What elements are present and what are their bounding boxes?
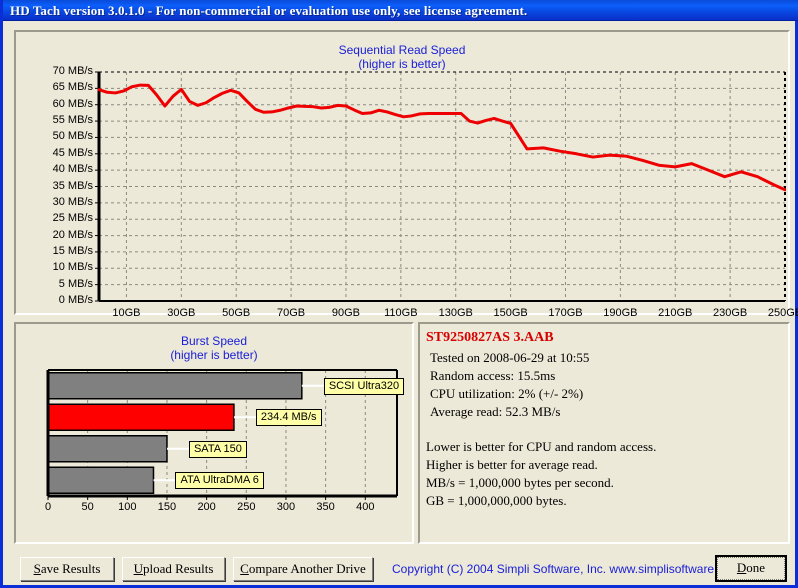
sequential-y-tick-label: 20 MB/s <box>52 228 93 241</box>
sequential-x-tick-label: 230GB <box>712 307 748 319</box>
sequential-y-tick-label: 35 MB/s <box>52 179 93 192</box>
sequential-y-tick-label: 10 MB/s <box>52 261 93 274</box>
sequential-y-tick-label: 15 MB/s <box>52 244 93 257</box>
burst-x-tick-label: 0 <box>44 501 52 513</box>
sequential-y-tick-label: 65 MB/s <box>52 81 93 94</box>
burst-x-tick-label: 250 <box>237 501 256 513</box>
burst-plot-area: SCSI Ultra320 234.4 MB/s SATA 150 ATA Ultra… <box>35 368 405 513</box>
sequential-y-tick-label: 25 MB/s <box>52 212 93 225</box>
burst-bar-label: SATA 150 <box>188 440 247 458</box>
save-accel: S <box>33 561 41 576</box>
burst-speed-panel: Burst Speed (higher is better) SCSI Ultr… <box>14 322 414 544</box>
note-gb-definition: GB = 1,000,000,000 bytes. <box>426 493 567 508</box>
done-button-focus-ring: Done <box>717 557 785 580</box>
burst-x-tick-label: 400 <box>356 501 375 513</box>
sequential-x-tick-label: 150GB <box>493 307 528 319</box>
sequential-x-tick-label: 190GB <box>603 307 638 319</box>
burst-bar-label: SCSI Ultra320 <box>323 377 405 395</box>
sequential-y-tick-label: 0 MB/s <box>58 294 93 306</box>
sequential-x-tick-label: 210GB <box>658 307 693 319</box>
burst-x-tick-label: 100 <box>118 501 137 513</box>
average-read-label: Average read: 52.3 MB/s <box>430 404 561 419</box>
sequential-y-tick-label: 45 MB/s <box>52 146 93 159</box>
window-title: HD Tach version 3.0.1.0 - For non-commer… <box>10 3 528 18</box>
random-access-label: Random access: 15.5ms <box>430 368 556 383</box>
save-rest: ave Results <box>40 561 101 576</box>
tested-on-label: Tested on 2008-06-29 at 10:55 <box>430 350 590 365</box>
burst-chart-title: Burst Speed <box>180 334 248 348</box>
burst-x-tick-label: 50 <box>81 501 94 513</box>
sequential-x-tick-label: 30GB <box>167 307 196 319</box>
upload-results-button[interactable]: Upload Results <box>122 557 225 581</box>
sequential-x-tick-label: 250GB <box>767 307 798 319</box>
sequential-y-tick-label: 70 MB/s <box>52 65 93 77</box>
hd-tach-window: HD Tach version 3.0.1.0 - For non-commer… <box>0 0 798 588</box>
done-rest: one <box>746 560 766 575</box>
sequential-y-tick-label: 55 MB/s <box>52 114 93 127</box>
sequential-x-tick-label: 70GB <box>277 307 306 319</box>
done-button[interactable]: Done <box>715 555 787 582</box>
title-bar: HD Tach version 3.0.1.0 - For non-commer… <box>3 0 798 21</box>
sequential-x-tick-label: 90GB <box>331 307 361 319</box>
note-mbps-definition: MB/s = 1,000,000 bytes per second. <box>426 475 614 490</box>
sequential-chart-title: Sequential Read Speed <box>338 43 466 57</box>
upload-rest: pload Results <box>142 561 214 576</box>
sequential-y-tick-label: 50 MB/s <box>52 130 93 143</box>
burst-x-tick-label: 350 <box>316 501 335 513</box>
save-results-button[interactable]: Save Results <box>20 557 114 581</box>
cpu-utilization-label: CPU utilization: 2% (+/- 2%) <box>430 386 584 401</box>
sequential-x-tick-label: 110GB <box>384 307 418 319</box>
compare-rest: ompare Another Drive <box>248 561 366 576</box>
note-lower-is-better: Lower is better for CPU and random acces… <box>426 439 657 454</box>
compare-another-drive-button[interactable]: Compare Another Drive <box>233 557 373 581</box>
sequential-x-tick-label: 50GB <box>222 307 251 319</box>
burst-bar-label: 234.4 MB/s <box>255 409 322 427</box>
burst-bar-label: ATA UltraDMA 6 <box>175 472 264 490</box>
sequential-plot-area: 0 MB/s 5 MB/s 10 MB/s 15 MB/s 20 MB/s 25 MB/s… <box>53 66 798 320</box>
sequential-chart-subtitle: (higher is better) <box>358 57 446 71</box>
drive-model-label: ST9250827AS 3.AAB <box>426 330 554 345</box>
burst-x-tick-label: 300 <box>276 501 296 513</box>
drive-info-content: ST9250827AS 3.AAB Tested on 2008-06-29 a… <box>426 330 782 536</box>
burst-chart-subtitle: (higher is better) <box>170 348 258 362</box>
sequential-read-speed-panel: Sequential Read Speed (higher is better)… <box>14 30 798 320</box>
done-accel: D <box>736 560 747 575</box>
sequential-line-chart <box>86 70 786 305</box>
compare-accel: C <box>240 561 249 576</box>
sequential-x-tick-label: 170GB <box>548 307 583 319</box>
sequential-y-tick-label: 40 MB/s <box>52 163 93 176</box>
sequential-y-tick-label: 5 MB/s <box>58 277 93 290</box>
sequential-y-tick-label: 30 MB/s <box>52 195 93 208</box>
sequential-x-tick-label: 10GB <box>112 307 141 319</box>
copyright-label: Copyright (C) 2004 Simpli Software, Inc.… <box>392 562 741 576</box>
sequential-x-tick-label: 130GB <box>438 307 473 319</box>
drive-info-panel: ST9250827AS 3.AAB Tested on 2008-06-29 a… <box>418 322 790 544</box>
burst-x-tick-label: 150 <box>157 501 177 513</box>
sequential-y-tick-label: 60 MB/s <box>52 97 93 110</box>
upload-accel: U <box>133 561 143 576</box>
note-higher-is-better: Higher is better for average read. <box>426 457 598 472</box>
burst-x-tick-label: 200 <box>197 501 216 513</box>
